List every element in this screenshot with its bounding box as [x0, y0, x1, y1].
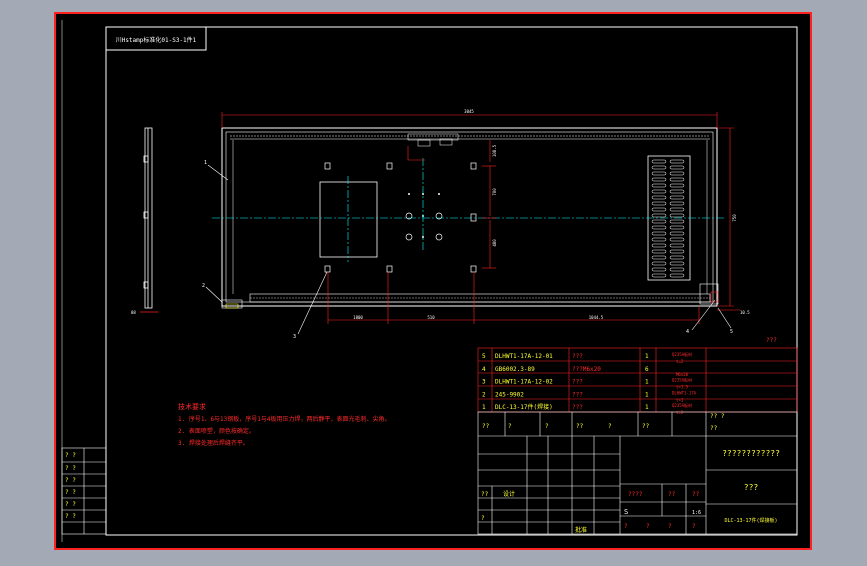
bom-cell: 1: [645, 404, 649, 411]
tb-company: ????????????: [722, 449, 780, 458]
sheet-border: [54, 12, 812, 550]
bom-cell: Q235A板材: [672, 402, 692, 408]
notes-line-1: 1. 序号1、6与13钢板，序号1与4板用压力焊，两后静平，表面光毛刺、尖角。: [178, 415, 391, 423]
leader-1: 1: [204, 160, 207, 166]
bom-cell: 245-9902: [495, 391, 524, 398]
tb-header-6: ??: [642, 423, 650, 430]
bom-cell: DLHWT1-17A-12-02: [495, 379, 553, 386]
tb-header-5: ?: [608, 423, 612, 430]
dim-seg-b: 510: [427, 315, 435, 320]
bom-cell: ???: [572, 404, 583, 411]
tb-row-left-1: ??: [481, 491, 489, 498]
tb-sheet-q3: ?: [668, 523, 672, 530]
tb-drawing-no: DLC-13-17件(焊接板): [724, 517, 777, 524]
leader-4: 4: [686, 329, 689, 335]
tb-header-4: ??: [576, 423, 584, 430]
tb-stamp-c: ??: [692, 491, 700, 498]
tb-part-name: ???: [744, 483, 759, 492]
bom-cell: M6x20: [676, 372, 689, 377]
tb-stamp-b: ??: [668, 491, 676, 498]
left-strip-2: ? ?: [65, 465, 76, 472]
bom-cell: t=2: [676, 410, 684, 415]
dim-v1: 108.5: [492, 144, 497, 157]
bom-cell: Q235A板材: [672, 377, 692, 383]
bom-cell: t=1: [676, 397, 684, 402]
leader-3: 3: [293, 334, 296, 340]
tb-header-8: ??: [710, 425, 718, 432]
bom-cell: 5: [482, 353, 486, 360]
tb-side-label-3: ?: [545, 423, 549, 430]
tb-side-label-1: ??: [482, 423, 490, 430]
bom-cell: 1: [482, 404, 486, 411]
bom-cell: ???: [572, 391, 583, 398]
dim-right-small: 10.5: [740, 310, 750, 315]
tb-approve: 批准: [575, 526, 587, 534]
tb-corner: ???: [766, 337, 777, 344]
tb-header-7: ?? ?: [710, 413, 725, 420]
bom-cell: t=2: [676, 359, 684, 364]
tb-scale: 1:6: [692, 510, 701, 516]
tb-stamp-a: ????: [628, 491, 643, 498]
bom-cell: GB6002.3-89: [495, 366, 535, 373]
dim-seg-c: 1044.5: [589, 315, 604, 320]
bom-cell: 1: [645, 353, 649, 360]
notes-line-3: 3. 焊接处理后焊缝齐平。: [178, 439, 249, 447]
tb-row-left-2: ?: [481, 515, 485, 522]
tb-sheet-q1: ?: [624, 523, 628, 530]
left-strip-5: ? ?: [65, 501, 76, 508]
tb-sheet-s: S: [624, 508, 628, 516]
bom-cell: 6: [645, 366, 649, 373]
bom-cell: 4: [482, 366, 486, 373]
leader-2: 2: [202, 283, 205, 289]
left-strip-6: ? ?: [65, 513, 76, 520]
bom-cell: 3: [482, 379, 486, 386]
left-strip-3: ? ?: [65, 477, 76, 484]
leader-5: 5: [730, 329, 733, 335]
dim-overall-width: 3045: [464, 109, 474, 114]
dim-left-small: 88: [131, 310, 136, 315]
dim-seg-a: 1800: [353, 315, 363, 320]
tb-sheet-q2: ?: [646, 523, 650, 530]
bom-cell: 1: [645, 379, 649, 386]
notes-line-2: 2. 表面喷塑，颜色按确定。: [178, 427, 255, 435]
notes-title: 技术要求: [178, 402, 206, 411]
bom-cell: ???: [572, 379, 583, 386]
bom-cell: 1: [645, 391, 649, 398]
tb-design: 设计: [503, 490, 515, 498]
bom-cell: DLHWT1-17A: [672, 390, 697, 395]
bom-cell: 2: [482, 391, 486, 398]
bom-cell: DLHWT1-17A-12-01: [495, 353, 553, 360]
bom-cell: Q235A板材: [672, 351, 692, 357]
left-strip-4: ? ?: [65, 489, 76, 496]
dim-height: 750: [732, 214, 737, 222]
dim-v3: 480: [492, 239, 497, 247]
left-strip-1: ? ?: [65, 452, 76, 459]
drawing-canvas: 川Hstamp标准化01-S3-1件1 88 3045 1800 510 104…: [54, 12, 812, 550]
bom-cell: DLC-13-17件(焊接): [495, 403, 553, 411]
bom-cell: t=1.5: [676, 385, 689, 390]
cad-drawing-viewport: 川Hstamp标准化01-S3-1件1 88 3045 1800 510 104…: [0, 0, 867, 562]
dim-v2: 700: [492, 188, 497, 196]
bom-cell: ???: [572, 353, 583, 360]
bom-cell: ???M6x20: [572, 366, 601, 373]
tb-side-label-2: ?: [508, 423, 512, 430]
tb-sheet-q4: ?: [692, 523, 696, 530]
top-stamp-text: 川Hstamp标准化01-S3-1件1: [116, 36, 197, 44]
